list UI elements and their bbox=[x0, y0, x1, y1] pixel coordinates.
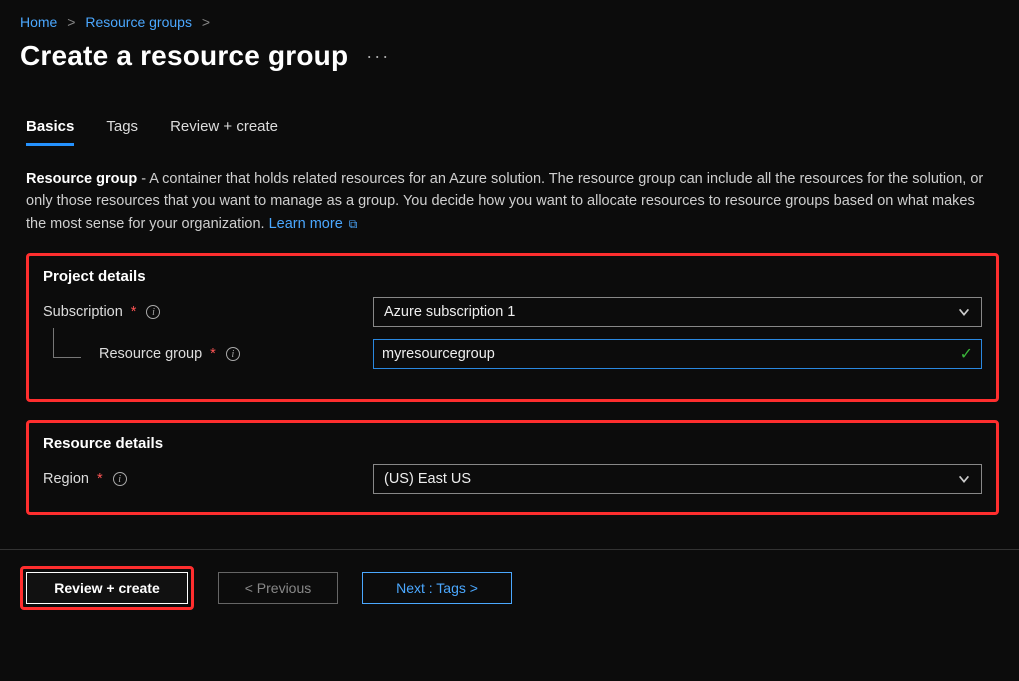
breadcrumb-separator: > bbox=[61, 14, 81, 30]
required-star-icon: * bbox=[210, 346, 216, 362]
tab-review[interactable]: Review + create bbox=[170, 118, 278, 146]
required-star-icon: * bbox=[97, 471, 103, 487]
project-details-section: Project details Subscription * i Azure s… bbox=[26, 253, 999, 402]
description-strong: Resource group bbox=[26, 171, 137, 187]
more-actions-icon[interactable]: ··· bbox=[366, 46, 390, 67]
external-link-icon: ⧉ bbox=[349, 217, 358, 231]
resource-group-input[interactable] bbox=[382, 346, 954, 362]
chevron-down-icon bbox=[957, 305, 971, 319]
breadcrumb: Home > Resource groups > bbox=[0, 0, 1019, 36]
region-row: Region * i (US) East US bbox=[43, 464, 982, 494]
description-text: - A container that holds related resourc… bbox=[26, 171, 983, 232]
resource-group-description: Resource group - A container that holds … bbox=[26, 168, 996, 235]
check-icon: ✓ bbox=[960, 344, 973, 364]
project-details-heading: Project details bbox=[43, 268, 982, 285]
region-value: (US) East US bbox=[384, 471, 471, 487]
subscription-label: Subscription * i bbox=[43, 304, 373, 320]
chevron-down-icon bbox=[957, 472, 971, 486]
region-select[interactable]: (US) East US bbox=[373, 464, 982, 494]
tab-bar: Basics Tags Review + create bbox=[26, 118, 999, 146]
tab-tags[interactable]: Tags bbox=[106, 118, 138, 146]
resource-details-heading: Resource details bbox=[43, 435, 982, 452]
resource-group-label: Resource group * i bbox=[43, 346, 373, 362]
next-button[interactable]: Next : Tags > bbox=[362, 572, 512, 604]
subscription-row: Subscription * i Azure subscription 1 bbox=[43, 297, 982, 327]
footer-button-bar: Review + create < Previous Next : Tags > bbox=[0, 550, 1019, 626]
review-create-button[interactable]: Review + create bbox=[26, 572, 188, 604]
required-star-icon: * bbox=[131, 304, 137, 320]
page-title-row: Create a resource group ··· bbox=[0, 36, 1019, 90]
info-icon[interactable]: i bbox=[113, 472, 127, 486]
resource-group-input-wrap: ✓ bbox=[373, 339, 982, 369]
subscription-value: Azure subscription 1 bbox=[384, 304, 515, 320]
subscription-select[interactable]: Azure subscription 1 bbox=[373, 297, 982, 327]
page-title: Create a resource group bbox=[20, 40, 348, 72]
previous-button[interactable]: < Previous bbox=[218, 572, 338, 604]
resource-group-row: Resource group * i ✓ bbox=[43, 339, 982, 369]
breadcrumb-resource-groups[interactable]: Resource groups bbox=[85, 14, 192, 30]
breadcrumb-home[interactable]: Home bbox=[20, 14, 57, 30]
info-icon[interactable]: i bbox=[146, 305, 160, 319]
tab-basics[interactable]: Basics bbox=[26, 118, 74, 146]
region-label: Region * i bbox=[43, 471, 373, 487]
breadcrumb-separator: > bbox=[196, 14, 216, 30]
indent-line-icon bbox=[53, 328, 81, 358]
review-button-highlight: Review + create bbox=[20, 566, 194, 610]
resource-details-section: Resource details Region * i (US) East US bbox=[26, 420, 999, 515]
info-icon[interactable]: i bbox=[226, 347, 240, 361]
learn-more-link[interactable]: Learn more ⧉ bbox=[269, 216, 358, 232]
